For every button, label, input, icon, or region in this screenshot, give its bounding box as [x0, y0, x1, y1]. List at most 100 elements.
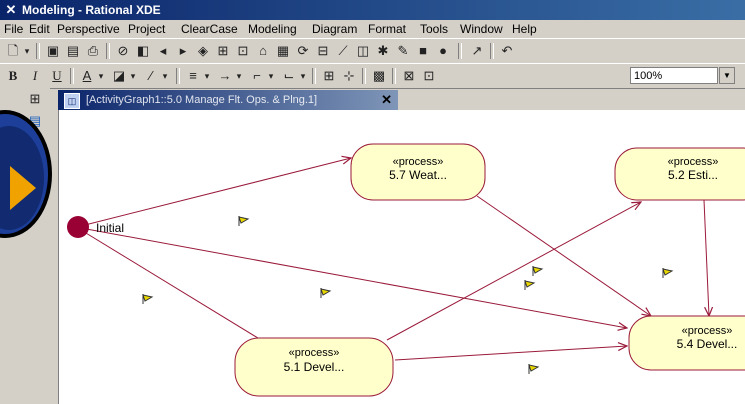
- sync-icon[interactable]: ⟳: [294, 42, 312, 60]
- play-arrow-icon: [10, 166, 36, 210]
- routing-icon[interactable]: ⌙: [280, 67, 298, 85]
- menu-bar: File Edit Perspective Project ClearCase …: [0, 20, 745, 38]
- document-tab[interactable]: ◫ [ActivityGraph1::5.0 Manage Flt. Ops. …: [58, 90, 398, 110]
- menu-window[interactable]: Window: [458, 20, 505, 38]
- transition-edge[interactable]: [80, 158, 351, 227]
- browse-icon[interactable]: ◧: [134, 42, 152, 60]
- diagram-canvas[interactable]: Initial «process» 5.7 Weat... «process» …: [58, 110, 745, 404]
- close-tab-button[interactable]: ✕: [381, 90, 392, 110]
- transition-edge[interactable]: [394, 346, 627, 361]
- view-icon[interactable]: ◫: [354, 42, 372, 60]
- settings-icon[interactable]: ✱: [374, 42, 392, 60]
- fill-color-dropdown-icon[interactable]: ▾: [128, 67, 138, 85]
- diagram-tab-icon: ◫: [64, 93, 80, 109]
- model-icon[interactable]: ◈: [194, 42, 212, 60]
- initial-label: Initial: [96, 221, 124, 235]
- state-node-5-1[interactable]: «process» 5.1 Devel...: [234, 337, 394, 397]
- menu-edit[interactable]: Edit: [27, 20, 52, 38]
- menu-file[interactable]: File: [2, 20, 25, 38]
- toolbar-separator: [458, 43, 462, 59]
- menu-diagram[interactable]: Diagram: [310, 20, 359, 38]
- print-icon[interactable]: ⎙: [84, 42, 102, 60]
- state-stereotype: «process»: [393, 156, 444, 168]
- flag-icon[interactable]: [320, 288, 332, 298]
- line-color-dropdown-icon[interactable]: ▾: [160, 67, 170, 85]
- transition-edge[interactable]: [476, 195, 651, 316]
- class-icon[interactable]: ⊡: [234, 42, 252, 60]
- fit-icon[interactable]: ⊡: [420, 67, 438, 85]
- save-all-icon[interactable]: ▤: [64, 42, 82, 60]
- toolbar-separator: [36, 43, 40, 59]
- relations-icon[interactable]: ⟋: [334, 42, 352, 60]
- toolbar-separator: [106, 43, 110, 59]
- save-icon[interactable]: ▣: [44, 42, 62, 60]
- flag-icon[interactable]: [532, 266, 544, 276]
- toolbar-separator: [392, 68, 396, 84]
- toolbar-separator: [362, 68, 366, 84]
- window-title: Modeling - Rational XDE: [22, 3, 161, 17]
- line-end-icon[interactable]: →: [216, 67, 234, 85]
- record-icon[interactable]: ●: [434, 42, 452, 60]
- flag-icon[interactable]: [662, 268, 674, 278]
- menu-clearcase[interactable]: ClearCase: [179, 20, 240, 38]
- menu-help[interactable]: Help: [510, 20, 539, 38]
- new-icon[interactable]: 🗋: [4, 42, 22, 60]
- italic-icon[interactable]: I: [26, 67, 44, 85]
- database-icon[interactable]: ■: [414, 42, 432, 60]
- state-node-5-7[interactable]: «process» 5.7 Weat...: [350, 143, 486, 201]
- underline-icon[interactable]: U: [48, 67, 66, 85]
- line-style-dropdown-icon[interactable]: ▾: [202, 67, 212, 85]
- menu-format[interactable]: Format: [366, 20, 408, 38]
- grid-icon[interactable]: ▩: [370, 67, 388, 85]
- line-style-icon[interactable]: ≡: [184, 67, 202, 85]
- connector-dropdown-icon[interactable]: ▾: [266, 67, 276, 85]
- pointer-icon[interactable]: ↗: [468, 42, 486, 60]
- back-icon[interactable]: ◂: [154, 42, 172, 60]
- flag-icon[interactable]: [142, 294, 154, 304]
- distribute-icon[interactable]: ⊹: [340, 67, 358, 85]
- forward-icon[interactable]: ▸: [174, 42, 192, 60]
- fill-color-icon[interactable]: ◪: [110, 67, 128, 85]
- flag-icon[interactable]: [524, 280, 536, 290]
- connector-icon[interactable]: ⌐: [248, 67, 266, 85]
- menu-modeling[interactable]: Modeling: [246, 20, 299, 38]
- transition-edge[interactable]: [703, 199, 709, 316]
- layout-icon[interactable]: ⊟: [314, 42, 332, 60]
- routing-dropdown-icon[interactable]: ▾: [298, 67, 308, 85]
- toolbar-separator: [70, 68, 74, 84]
- flag-icon[interactable]: [528, 364, 540, 374]
- undo-icon[interactable]: ↶: [498, 42, 516, 60]
- menu-project[interactable]: Project: [126, 20, 167, 38]
- new-dropdown-icon[interactable]: ▾: [22, 42, 32, 60]
- document-tab-title: [ActivityGraph1::5.0 Manage Flt. Ops. & …: [86, 94, 318, 106]
- zoom-field[interactable]: 100%: [630, 67, 718, 84]
- menu-tools[interactable]: Tools: [418, 20, 450, 38]
- font-color-icon[interactable]: A: [78, 67, 96, 85]
- tools-icon[interactable]: ✎: [394, 42, 412, 60]
- line-color-icon[interactable]: ∕: [142, 67, 160, 85]
- component-icon[interactable]: ▦: [274, 42, 292, 60]
- title-bar[interactable]: ✕ Modeling - Rational XDE: [0, 0, 745, 20]
- toolbar-separator: [490, 43, 494, 59]
- align-icon[interactable]: ⊞: [320, 67, 338, 85]
- application-window: ✕ Modeling - Rational XDE File Edit Pers…: [0, 0, 745, 404]
- menu-perspective[interactable]: Perspective: [55, 20, 122, 38]
- package-icon[interactable]: ⌂: [254, 42, 272, 60]
- bold-icon[interactable]: B: [4, 67, 22, 85]
- state-stereotype: «process»: [668, 156, 719, 168]
- explorer-icon[interactable]: ⊞: [26, 90, 44, 108]
- transition-edge[interactable]: [80, 229, 271, 346]
- layout-diagram-icon[interactable]: ⊠: [400, 67, 418, 85]
- state-node-5-2[interactable]: «process» 5.2 Esti...: [614, 147, 745, 201]
- flag-icon[interactable]: [238, 216, 250, 226]
- activity-diagram: Initial «process» 5.7 Weat... «process» …: [67, 143, 745, 397]
- state-node-5-4[interactable]: «process» 5.4 Devel...: [628, 315, 745, 371]
- font-color-dropdown-icon[interactable]: ▾: [96, 67, 106, 85]
- line-end-dropdown-icon[interactable]: ▾: [234, 67, 244, 85]
- toolbar-separator: [176, 68, 180, 84]
- link-icon[interactable]: ⊘: [114, 42, 132, 60]
- transition-edge[interactable]: [386, 202, 641, 341]
- diagram-icon[interactable]: ⊞: [214, 42, 232, 60]
- initial-node[interactable]: [67, 216, 89, 238]
- zoom-dropdown-icon[interactable]: ▼: [719, 67, 735, 84]
